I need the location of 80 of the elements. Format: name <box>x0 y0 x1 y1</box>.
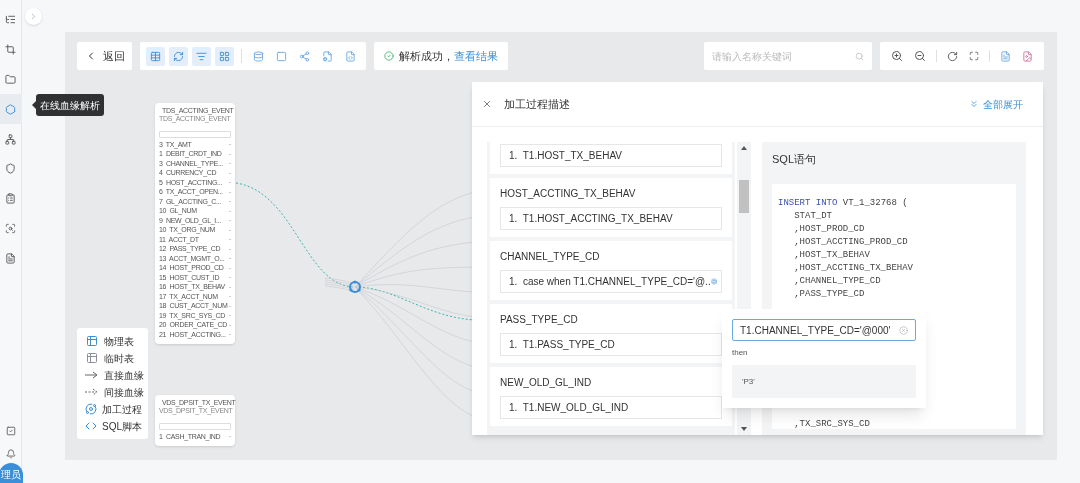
expression-text: 1. T1.NEW_OLD_GL_IND <box>509 401 630 415</box>
legend-label: 物理表 <box>104 334 134 349</box>
search-icon <box>855 52 864 61</box>
toolbar-button[interactable] <box>146 46 165 66</box>
legend-label: 直接血缘 <box>104 368 144 383</box>
tree-icon <box>5 14 16 26</box>
legend-label: 间接血缘 <box>104 385 144 400</box>
node-search-field[interactable] <box>159 131 231 138</box>
expression-field[interactable]: 1. case when T1.CHANNEL_TYPE_CD='@.. <box>500 270 722 293</box>
field-title: PASS_TYPE_CD <box>500 314 578 326</box>
toolbar-button[interactable] <box>192 46 211 66</box>
table-node[interactable] <box>155 103 235 344</box>
expression-text: 1. T1.HOST_ACCTING_TX_BEHAV <box>509 212 674 226</box>
bell-icon[interactable] <box>5 449 16 459</box>
toolbar-button[interactable] <box>215 46 234 66</box>
list-filter-icon <box>196 50 207 62</box>
field-title: NEW_OLD_GL_IND <box>500 377 592 389</box>
process-icon <box>85 403 97 415</box>
view-results-link[interactable]: 查看结果 <box>454 47 498 65</box>
success-icon <box>384 51 394 61</box>
sidebar-item[interactable] <box>0 94 22 125</box>
file-gear-icon <box>322 50 333 62</box>
then-label: then <box>732 347 749 359</box>
zoom-in-icon[interactable] <box>891 50 904 62</box>
expression-field[interactable]: 1. T1.HOST_TX_BEHAV <box>500 144 722 167</box>
expression-text: 1. case when T1.CHANNEL_TYPE_CD='@.. <box>509 275 711 289</box>
search-field[interactable]: 请输入名称关键词 <box>704 42 872 70</box>
panel-title: 加工过程描述 <box>504 96 570 112</box>
expression-text: 1. T1.PASS_TYPE_CD <box>509 338 616 352</box>
share-icon <box>299 50 310 62</box>
table-icon <box>86 335 98 347</box>
expression-text: 1. T1.HOST_TX_BEHAV <box>509 149 623 163</box>
refresh-icon <box>173 50 184 62</box>
hexagon-icon <box>5 103 16 115</box>
square-icon <box>276 50 287 62</box>
code-icon <box>85 420 97 432</box>
scan-icon <box>5 222 16 234</box>
document-icon[interactable] <box>1000 50 1012 62</box>
shield-icon <box>5 163 16 175</box>
arrow-icon <box>85 371 99 379</box>
close-icon[interactable] <box>482 99 492 109</box>
fullscreen-icon[interactable] <box>968 51 979 61</box>
folder-icon <box>5 74 16 85</box>
database-icon <box>253 50 264 62</box>
network-icon <box>5 133 16 145</box>
file-code-icon <box>345 50 356 62</box>
field-title: CHANNEL_TYPE_CD <box>500 251 600 263</box>
expression-field[interactable]: 1. T1.HOST_ACCTING_TX_BEHAV <box>500 207 722 230</box>
field-title: HOST_ACCTING_TX_BEHAV <box>500 188 636 200</box>
result-box: 'P3' <box>732 365 916 398</box>
legend-label: 加工过程 <box>102 402 142 417</box>
legend-label: SQL脚本 <box>102 419 142 434</box>
image-file-icon[interactable] <box>1021 50 1033 62</box>
toolbar-button[interactable] <box>169 46 188 66</box>
expression-field[interactable]: 1. T1.PASS_TYPE_CD <box>500 333 722 356</box>
condition-field[interactable]: T1.CHANNEL_TYPE_CD='@000' <box>732 319 916 341</box>
chevron-right-icon <box>29 12 38 21</box>
scroll-thumb[interactable] <box>739 180 749 213</box>
scroll-up-icon[interactable] <box>741 146 747 150</box>
table-icon <box>86 352 98 364</box>
square-check-icon[interactable] <box>5 426 16 436</box>
sql-title: SQL语句 <box>772 152 817 167</box>
zoom-out-icon[interactable] <box>913 50 926 62</box>
expression-field[interactable]: 1. T1.NEW_OLD_GL_IND <box>500 396 722 419</box>
clipboard-icon <box>5 193 16 205</box>
back-button[interactable]: 返回 <box>77 42 132 70</box>
expand-all-button[interactable]: 全部展开 <box>969 96 1023 112</box>
status-text: 解析成功， <box>399 48 454 64</box>
detail-icon[interactable] <box>710 277 717 286</box>
grid-icon <box>219 50 230 62</box>
legend-label: 临时表 <box>104 351 134 366</box>
crop-icon <box>5 44 16 56</box>
rotate-icon[interactable] <box>947 50 959 62</box>
scroll-down-icon[interactable] <box>741 427 747 431</box>
dashed-arrow-icon <box>85 388 99 396</box>
node-search-field[interactable] <box>159 423 231 430</box>
document-icon <box>5 252 16 264</box>
table-icon <box>150 50 161 62</box>
clear-icon[interactable] <box>899 325 908 335</box>
double-chevron-icon <box>969 99 979 109</box>
